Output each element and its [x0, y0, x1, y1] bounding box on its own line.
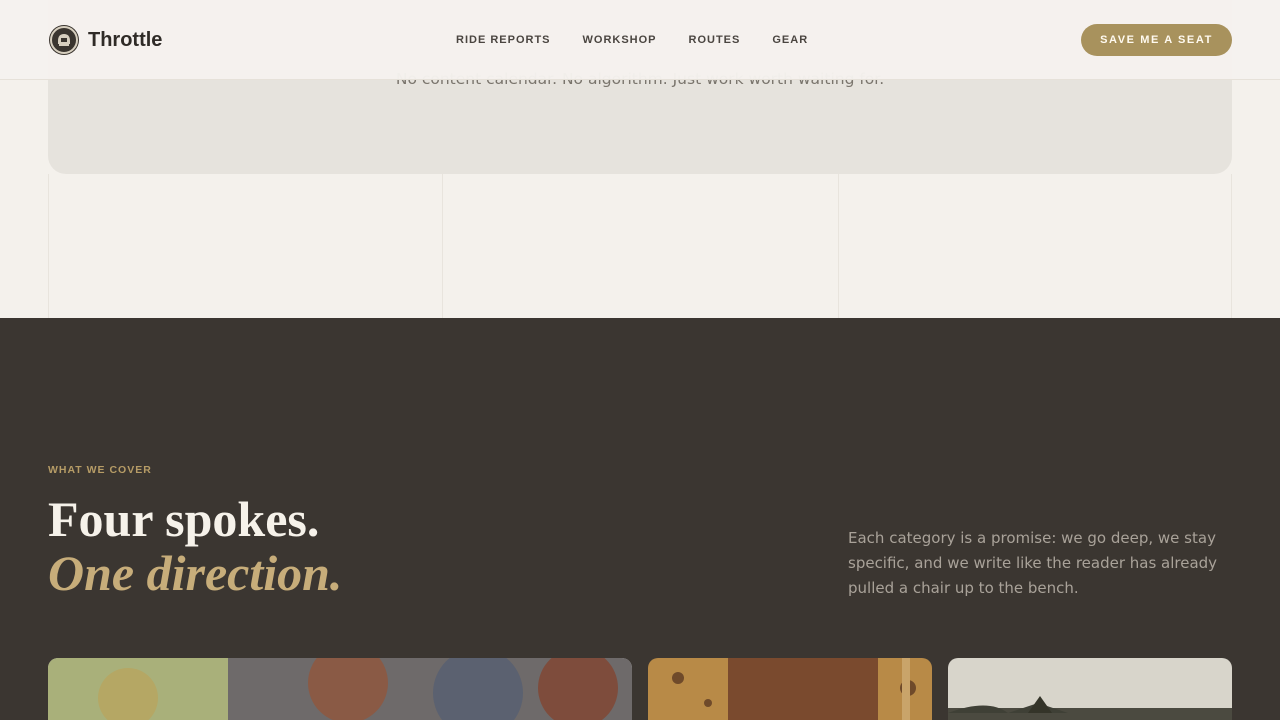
stats-row [48, 174, 1232, 318]
stats-divider [838, 174, 839, 318]
misty-road-image[interactable] [948, 658, 1232, 720]
site-header: Throttle RIDE REPORTS WORKSHOP ROUTES GE… [0, 0, 1280, 80]
section-description: Each category is a promise: we go deep, … [848, 529, 1218, 597]
nav-workshop[interactable]: WORKSHOP [583, 34, 657, 46]
nav-ride-reports[interactable]: RIDE REPORTS [456, 34, 551, 46]
nav-gear[interactable]: GEAR [772, 34, 808, 46]
what-we-cover-section: WHAT WE COVER Four spokes. One direction… [0, 318, 1280, 720]
section-eyebrow: WHAT WE COVER [48, 464, 152, 476]
autumn-trees-image[interactable] [48, 658, 632, 720]
brand-name: Throttle [88, 28, 163, 51]
helmet-badge-icon [50, 26, 78, 54]
section-headline: Four spokes. One direction. [48, 492, 342, 600]
stats-divider [442, 174, 443, 318]
nav-routes[interactable]: ROUTES [689, 34, 741, 46]
headline-line-2: One direction. [48, 545, 343, 601]
save-seat-button[interactable]: SAVE ME A SEAT [1081, 24, 1232, 56]
headline-line-1: Four spokes. [48, 491, 320, 547]
main-nav: RIDE REPORTS WORKSHOP ROUTES GEAR [456, 34, 808, 46]
brand-logo[interactable]: Throttle [50, 26, 162, 54]
workshop-detail-image[interactable] [648, 658, 932, 720]
